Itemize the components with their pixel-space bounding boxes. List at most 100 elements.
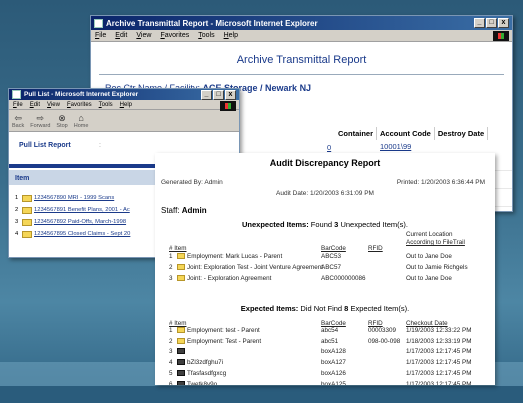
pull-item-list: 1 1234567890 MRI - 1999 Scans 2 1234567891… bbox=[15, 192, 130, 240]
minimize-button[interactable]: _ bbox=[201, 89, 212, 100]
archive-titlebar[interactable]: Archive Transmittal Report - Microsoft I… bbox=[91, 16, 512, 30]
row-barcode: boxA127 bbox=[321, 359, 346, 367]
pull-toolbar: ⇦ Back ⇨ Forward ⊗ Stop ⌂ Home bbox=[9, 110, 239, 132]
menu-edit[interactable]: Edit bbox=[30, 102, 40, 108]
stop-label: Stop bbox=[56, 123, 68, 129]
row-barcode: abc51 bbox=[321, 337, 339, 345]
row-number: 2 bbox=[169, 337, 173, 345]
folder-icon bbox=[22, 230, 32, 238]
stop-button[interactable]: ⊗ Stop bbox=[56, 113, 67, 129]
unexpected-summary: Unexpected Items: Found 3 Unexpected Ite… bbox=[155, 220, 495, 229]
menu-tools[interactable]: Tools bbox=[99, 102, 113, 108]
row-item: Joint: - Exploration Agreement bbox=[175, 275, 271, 282]
staff-value: Admin bbox=[181, 206, 207, 215]
expected-label: Expected Items: bbox=[240, 304, 299, 313]
ie-icon bbox=[12, 90, 21, 99]
menu-favorites[interactable]: Favorites bbox=[160, 32, 189, 39]
row-checkout-date: 1/19/2003 12:33:22 PM bbox=[406, 327, 472, 334]
minimize-button[interactable]: _ bbox=[474, 18, 485, 28]
windows-logo-icon bbox=[493, 31, 509, 41]
item-number: 2 bbox=[15, 207, 19, 213]
close-button[interactable]: x bbox=[498, 18, 509, 28]
item-number: 1 bbox=[15, 195, 19, 201]
header-location-line2: According to FileTrail bbox=[406, 239, 465, 246]
row-item: Employment: Mark Lucas - Parent bbox=[175, 253, 282, 260]
archive-table-header: Container Account Code Destroy Date bbox=[335, 127, 489, 140]
row-number: 2 bbox=[169, 264, 173, 271]
row-item-text: Joint: Exploration Test - Joint Venture … bbox=[187, 264, 324, 271]
menu-favorites[interactable]: Favorites bbox=[67, 102, 92, 108]
archive-menubar: File Edit View Favorites Tools Help bbox=[91, 30, 512, 42]
table-row: 3 Joint: - Exploration Agreement ABC000000… bbox=[169, 275, 495, 286]
row-location: Out to Jane Doe bbox=[406, 253, 452, 260]
maximize-button[interactable]: □ bbox=[213, 89, 224, 100]
menu-file[interactable]: File bbox=[95, 32, 106, 39]
forward-label: Forward bbox=[30, 123, 51, 129]
menu-view[interactable]: View bbox=[47, 102, 60, 108]
ie-icon bbox=[94, 18, 103, 28]
folder-icon bbox=[177, 327, 185, 333]
expected-count: 8 bbox=[344, 304, 349, 313]
account-code-link[interactable]: 10001\99 bbox=[380, 142, 411, 151]
list-item[interactable]: 2 1234567891 Benefit Plans, 2001 - Ac bbox=[15, 204, 130, 216]
header-barcode: BarCode bbox=[321, 245, 346, 252]
folder-icon bbox=[177, 275, 185, 281]
list-item[interactable]: 1 1234567890 MRI - 1999 Scans bbox=[15, 192, 130, 204]
menu-edit[interactable]: Edit bbox=[115, 32, 127, 39]
staff-line: Staff: Admin bbox=[161, 206, 207, 215]
home-label: Home bbox=[73, 123, 89, 129]
header-checkout-date: Checkout Date bbox=[406, 320, 448, 327]
audit-date: Audit Date: 1/20/2003 6:31:09 PM bbox=[276, 190, 374, 197]
list-item[interactable]: 4 1234567895 Closed Claims - Sept 20 bbox=[15, 228, 130, 240]
table-row: 2 Joint: Exploration Test - Joint Venture… bbox=[169, 264, 495, 275]
col-destroy-date: Destroy Date bbox=[435, 127, 489, 140]
row-barcode: abc54 bbox=[321, 327, 339, 334]
item-link[interactable]: 1234567892 Paid-Offs, March-1998 bbox=[34, 219, 126, 225]
row-barcode: ABC000000086 bbox=[321, 275, 366, 282]
header-rfid: RFID bbox=[368, 320, 383, 327]
row-fragment-link[interactable]: 0 bbox=[327, 143, 331, 152]
item-link[interactable]: 1234567891 Benefit Plans, 2001 - Ac bbox=[34, 207, 130, 213]
menu-view[interactable]: View bbox=[136, 32, 151, 39]
menu-file[interactable]: File bbox=[13, 102, 23, 108]
table-row: 5 Tfasfasdfgxcg boxA126 1/17/2003 12:17:45 … bbox=[169, 369, 495, 381]
row-barcode: boxA126 bbox=[321, 369, 346, 377]
box-icon bbox=[177, 348, 185, 355]
row-item bbox=[175, 348, 187, 355]
item-number: 4 bbox=[15, 231, 19, 237]
divider bbox=[99, 74, 504, 75]
forward-button[interactable]: ⇨ Forward bbox=[30, 113, 50, 129]
list-item[interactable]: 3 1234567892 Paid-Offs, March-1998 bbox=[15, 216, 130, 228]
table-row: 6 Twetk8y9o boxA125 1/17/2003 12:17:45 PM bbox=[169, 380, 495, 386]
row-checkout-date: 1/18/2003 12:33:19 PM bbox=[406, 337, 472, 345]
item-link[interactable]: 1234567895 Closed Claims - Sept 20 bbox=[34, 231, 130, 237]
menu-help[interactable]: Help bbox=[120, 102, 132, 108]
maximize-button[interactable]: □ bbox=[486, 18, 497, 28]
row-checkout-date: 1/17/2003 12:17:45 PM bbox=[406, 359, 472, 367]
row-item: Twetk8y9o bbox=[175, 380, 217, 385]
audit-report-page: Audit Discrepancy Report Generated By: A… bbox=[155, 153, 495, 385]
table-row: 3 boxA128 1/17/2003 12:17:45 PM bbox=[169, 348, 495, 359]
back-button[interactable]: ⇦ Back bbox=[12, 113, 24, 129]
audit-title: Audit Discrepancy Report bbox=[269, 158, 381, 168]
item-link[interactable]: 1234567890 MRI - 1999 Scans bbox=[34, 195, 114, 201]
header-rfid: RFID bbox=[368, 245, 383, 252]
row-barcode: boxA125 bbox=[321, 380, 346, 386]
unexpected-post: Unexpected Item(s). bbox=[340, 220, 408, 229]
row-rfid: 098-00-098 bbox=[368, 337, 401, 345]
box-icon bbox=[177, 359, 185, 366]
header-item: # Item bbox=[169, 320, 187, 327]
pull-report-colon: : bbox=[99, 142, 101, 149]
menu-help[interactable]: Help bbox=[224, 32, 238, 39]
close-button[interactable]: x bbox=[225, 89, 236, 100]
row-item-text: Employment: Test - Parent bbox=[187, 337, 262, 345]
pull-window-title: Pull List - Microsoft Internet Explorer bbox=[24, 91, 139, 98]
row-item: Tfasfasdfgxcg bbox=[175, 369, 226, 377]
header-barcode: BarCode bbox=[321, 320, 346, 327]
row-location: Out to Jane Doe bbox=[406, 275, 452, 282]
menu-tools[interactable]: Tools bbox=[198, 32, 214, 39]
pull-titlebar[interactable]: Pull List - Microsoft Internet Explorer … bbox=[9, 89, 239, 100]
home-button[interactable]: ⌂ Home bbox=[74, 113, 89, 129]
stop-icon: ⊗ bbox=[58, 113, 66, 123]
back-arrow-icon: ⇦ bbox=[14, 113, 22, 123]
